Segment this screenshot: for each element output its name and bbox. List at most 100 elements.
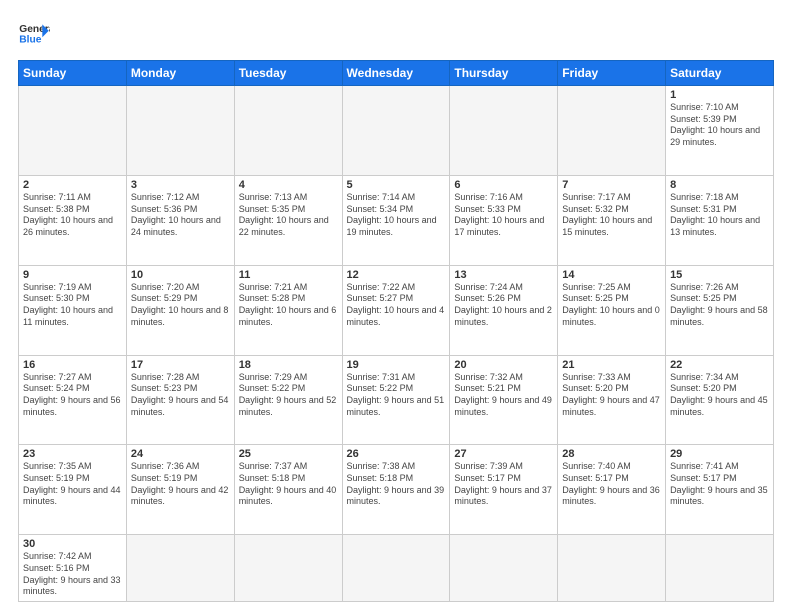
page-header: General Blue <box>18 18 774 50</box>
week-row-6: 30Sunrise: 7:42 AM Sunset: 5:16 PM Dayli… <box>19 535 774 602</box>
day-number: 11 <box>239 269 338 281</box>
day-number: 9 <box>23 269 122 281</box>
calendar-cell: 11Sunrise: 7:21 AM Sunset: 5:28 PM Dayli… <box>234 265 342 355</box>
calendar-cell: 5Sunrise: 7:14 AM Sunset: 5:34 PM Daylig… <box>342 175 450 265</box>
calendar-cell: 17Sunrise: 7:28 AM Sunset: 5:23 PM Dayli… <box>126 355 234 445</box>
day-info: Sunrise: 7:10 AM Sunset: 5:39 PM Dayligh… <box>670 102 769 149</box>
calendar-cell: 29Sunrise: 7:41 AM Sunset: 5:17 PM Dayli… <box>666 445 774 535</box>
calendar-cell: 19Sunrise: 7:31 AM Sunset: 5:22 PM Dayli… <box>342 355 450 445</box>
day-info: Sunrise: 7:27 AM Sunset: 5:24 PM Dayligh… <box>23 372 122 419</box>
calendar-cell <box>666 535 774 602</box>
day-number: 22 <box>670 359 769 371</box>
day-number: 6 <box>454 179 553 191</box>
day-info: Sunrise: 7:22 AM Sunset: 5:27 PM Dayligh… <box>347 282 446 329</box>
day-number: 19 <box>347 359 446 371</box>
day-number: 23 <box>23 448 122 460</box>
day-info: Sunrise: 7:31 AM Sunset: 5:22 PM Dayligh… <box>347 372 446 419</box>
week-row-2: 2Sunrise: 7:11 AM Sunset: 5:38 PM Daylig… <box>19 175 774 265</box>
day-number: 26 <box>347 448 446 460</box>
day-number: 27 <box>454 448 553 460</box>
day-number: 4 <box>239 179 338 191</box>
day-number: 10 <box>131 269 230 281</box>
calendar-cell <box>234 86 342 176</box>
day-info: Sunrise: 7:16 AM Sunset: 5:33 PM Dayligh… <box>454 192 553 239</box>
day-info: Sunrise: 7:28 AM Sunset: 5:23 PM Dayligh… <box>131 372 230 419</box>
weekday-header-wednesday: Wednesday <box>342 61 450 86</box>
day-info: Sunrise: 7:34 AM Sunset: 5:20 PM Dayligh… <box>670 372 769 419</box>
day-number: 18 <box>239 359 338 371</box>
day-number: 5 <box>347 179 446 191</box>
weekday-header-row: SundayMondayTuesdayWednesdayThursdayFrid… <box>19 61 774 86</box>
day-info: Sunrise: 7:36 AM Sunset: 5:19 PM Dayligh… <box>131 461 230 508</box>
calendar-cell: 8Sunrise: 7:18 AM Sunset: 5:31 PM Daylig… <box>666 175 774 265</box>
day-number: 29 <box>670 448 769 460</box>
week-row-5: 23Sunrise: 7:35 AM Sunset: 5:19 PM Dayli… <box>19 445 774 535</box>
calendar-cell: 4Sunrise: 7:13 AM Sunset: 5:35 PM Daylig… <box>234 175 342 265</box>
calendar-cell <box>342 535 450 602</box>
day-info: Sunrise: 7:37 AM Sunset: 5:18 PM Dayligh… <box>239 461 338 508</box>
calendar-cell: 16Sunrise: 7:27 AM Sunset: 5:24 PM Dayli… <box>19 355 127 445</box>
day-info: Sunrise: 7:13 AM Sunset: 5:35 PM Dayligh… <box>239 192 338 239</box>
calendar-cell: 18Sunrise: 7:29 AM Sunset: 5:22 PM Dayli… <box>234 355 342 445</box>
calendar-cell <box>342 86 450 176</box>
day-number: 7 <box>562 179 661 191</box>
day-info: Sunrise: 7:24 AM Sunset: 5:26 PM Dayligh… <box>454 282 553 329</box>
day-number: 21 <box>562 359 661 371</box>
calendar-cell: 10Sunrise: 7:20 AM Sunset: 5:29 PM Dayli… <box>126 265 234 355</box>
day-info: Sunrise: 7:33 AM Sunset: 5:20 PM Dayligh… <box>562 372 661 419</box>
svg-text:Blue: Blue <box>19 34 41 45</box>
calendar-cell: 7Sunrise: 7:17 AM Sunset: 5:32 PM Daylig… <box>558 175 666 265</box>
calendar-cell: 23Sunrise: 7:35 AM Sunset: 5:19 PM Dayli… <box>19 445 127 535</box>
day-info: Sunrise: 7:14 AM Sunset: 5:34 PM Dayligh… <box>347 192 446 239</box>
day-info: Sunrise: 7:21 AM Sunset: 5:28 PM Dayligh… <box>239 282 338 329</box>
calendar-cell <box>450 86 558 176</box>
day-info: Sunrise: 7:29 AM Sunset: 5:22 PM Dayligh… <box>239 372 338 419</box>
calendar-table: SundayMondayTuesdayWednesdayThursdayFrid… <box>18 60 774 602</box>
calendar-cell: 20Sunrise: 7:32 AM Sunset: 5:21 PM Dayli… <box>450 355 558 445</box>
weekday-header-friday: Friday <box>558 61 666 86</box>
weekday-header-tuesday: Tuesday <box>234 61 342 86</box>
day-info: Sunrise: 7:40 AM Sunset: 5:17 PM Dayligh… <box>562 461 661 508</box>
day-info: Sunrise: 7:18 AM Sunset: 5:31 PM Dayligh… <box>670 192 769 239</box>
weekday-header-monday: Monday <box>126 61 234 86</box>
day-number: 28 <box>562 448 661 460</box>
day-number: 1 <box>670 89 769 101</box>
day-info: Sunrise: 7:32 AM Sunset: 5:21 PM Dayligh… <box>454 372 553 419</box>
calendar-cell: 1Sunrise: 7:10 AM Sunset: 5:39 PM Daylig… <box>666 86 774 176</box>
calendar-cell: 2Sunrise: 7:11 AM Sunset: 5:38 PM Daylig… <box>19 175 127 265</box>
calendar-cell: 12Sunrise: 7:22 AM Sunset: 5:27 PM Dayli… <box>342 265 450 355</box>
calendar-cell <box>19 86 127 176</box>
calendar-cell <box>234 535 342 602</box>
day-number: 17 <box>131 359 230 371</box>
calendar-cell: 14Sunrise: 7:25 AM Sunset: 5:25 PM Dayli… <box>558 265 666 355</box>
calendar-cell <box>450 535 558 602</box>
weekday-header-thursday: Thursday <box>450 61 558 86</box>
calendar-cell: 6Sunrise: 7:16 AM Sunset: 5:33 PM Daylig… <box>450 175 558 265</box>
calendar-cell: 3Sunrise: 7:12 AM Sunset: 5:36 PM Daylig… <box>126 175 234 265</box>
calendar-cell <box>126 86 234 176</box>
calendar-cell <box>126 535 234 602</box>
day-info: Sunrise: 7:17 AM Sunset: 5:32 PM Dayligh… <box>562 192 661 239</box>
day-number: 15 <box>670 269 769 281</box>
day-info: Sunrise: 7:12 AM Sunset: 5:36 PM Dayligh… <box>131 192 230 239</box>
calendar-cell <box>558 535 666 602</box>
calendar-cell: 9Sunrise: 7:19 AM Sunset: 5:30 PM Daylig… <box>19 265 127 355</box>
calendar-cell: 28Sunrise: 7:40 AM Sunset: 5:17 PM Dayli… <box>558 445 666 535</box>
calendar-cell: 21Sunrise: 7:33 AM Sunset: 5:20 PM Dayli… <box>558 355 666 445</box>
week-row-1: 1Sunrise: 7:10 AM Sunset: 5:39 PM Daylig… <box>19 86 774 176</box>
week-row-4: 16Sunrise: 7:27 AM Sunset: 5:24 PM Dayli… <box>19 355 774 445</box>
calendar-cell: 15Sunrise: 7:26 AM Sunset: 5:25 PM Dayli… <box>666 265 774 355</box>
day-info: Sunrise: 7:20 AM Sunset: 5:29 PM Dayligh… <box>131 282 230 329</box>
day-info: Sunrise: 7:42 AM Sunset: 5:16 PM Dayligh… <box>23 551 122 598</box>
day-number: 2 <box>23 179 122 191</box>
day-number: 8 <box>670 179 769 191</box>
day-info: Sunrise: 7:11 AM Sunset: 5:38 PM Dayligh… <box>23 192 122 239</box>
day-info: Sunrise: 7:41 AM Sunset: 5:17 PM Dayligh… <box>670 461 769 508</box>
calendar-cell: 13Sunrise: 7:24 AM Sunset: 5:26 PM Dayli… <box>450 265 558 355</box>
day-info: Sunrise: 7:35 AM Sunset: 5:19 PM Dayligh… <box>23 461 122 508</box>
day-number: 25 <box>239 448 338 460</box>
day-number: 16 <box>23 359 122 371</box>
day-info: Sunrise: 7:19 AM Sunset: 5:30 PM Dayligh… <box>23 282 122 329</box>
calendar-cell: 22Sunrise: 7:34 AM Sunset: 5:20 PM Dayli… <box>666 355 774 445</box>
weekday-header-saturday: Saturday <box>666 61 774 86</box>
